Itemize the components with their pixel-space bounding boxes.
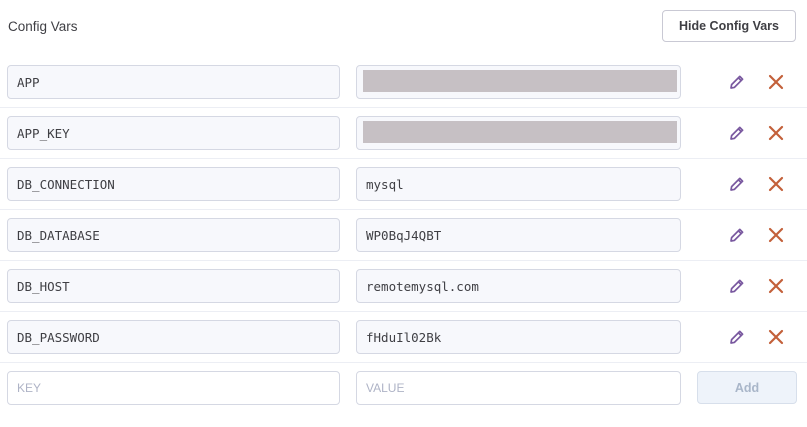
new-config-var-row: Add	[0, 371, 807, 405]
config-var-row: DB_HOST remotemysql.com	[0, 269, 807, 303]
config-var-value[interactable]: WP0BqJ4QBT	[356, 218, 681, 252]
close-icon[interactable]	[767, 328, 785, 346]
row-divider	[0, 260, 807, 261]
pencil-icon[interactable]	[728, 226, 746, 244]
config-var-value[interactable]	[356, 65, 681, 99]
config-vars-title: Config Vars	[8, 19, 78, 34]
config-var-row: DB_CONNECTION mysql	[0, 167, 807, 201]
close-icon[interactable]	[767, 226, 785, 244]
hide-config-vars-button[interactable]: Hide Config Vars	[662, 10, 796, 42]
config-var-key[interactable]: DB_PASSWORD	[7, 320, 340, 354]
row-divider	[0, 362, 807, 363]
config-var-row: APP	[0, 65, 807, 99]
config-var-key[interactable]: APP_KEY	[7, 116, 340, 150]
pencil-icon[interactable]	[728, 328, 746, 346]
config-var-row: APP_KEY	[0, 116, 807, 150]
row-divider	[0, 209, 807, 210]
config-var-key[interactable]: DB_DATABASE	[7, 218, 340, 252]
pencil-icon[interactable]	[728, 73, 746, 91]
close-icon[interactable]	[767, 73, 785, 91]
close-icon[interactable]	[767, 277, 785, 295]
config-var-value[interactable]: mysql	[356, 167, 681, 201]
row-divider	[0, 158, 807, 159]
redacted-value	[363, 70, 677, 92]
config-var-value[interactable]: fHduIl02Bk	[356, 320, 681, 354]
config-var-row: DB_DATABASE WP0BqJ4QBT	[0, 218, 807, 252]
config-var-key[interactable]: APP	[7, 65, 340, 99]
new-key-input[interactable]	[7, 371, 340, 405]
config-var-key[interactable]: DB_HOST	[7, 269, 340, 303]
add-button[interactable]: Add	[697, 371, 797, 404]
close-icon[interactable]	[767, 175, 785, 193]
new-value-input[interactable]	[356, 371, 681, 405]
row-divider	[0, 107, 807, 108]
config-var-value[interactable]	[356, 116, 681, 150]
config-var-value[interactable]: remotemysql.com	[356, 269, 681, 303]
pencil-icon[interactable]	[728, 277, 746, 295]
redacted-value	[363, 121, 677, 143]
config-var-row: DB_PASSWORD fHduIl02Bk	[0, 320, 807, 354]
config-var-key[interactable]: DB_CONNECTION	[7, 167, 340, 201]
pencil-icon[interactable]	[728, 175, 746, 193]
close-icon[interactable]	[767, 124, 785, 142]
pencil-icon[interactable]	[728, 124, 746, 142]
row-divider	[0, 311, 807, 312]
